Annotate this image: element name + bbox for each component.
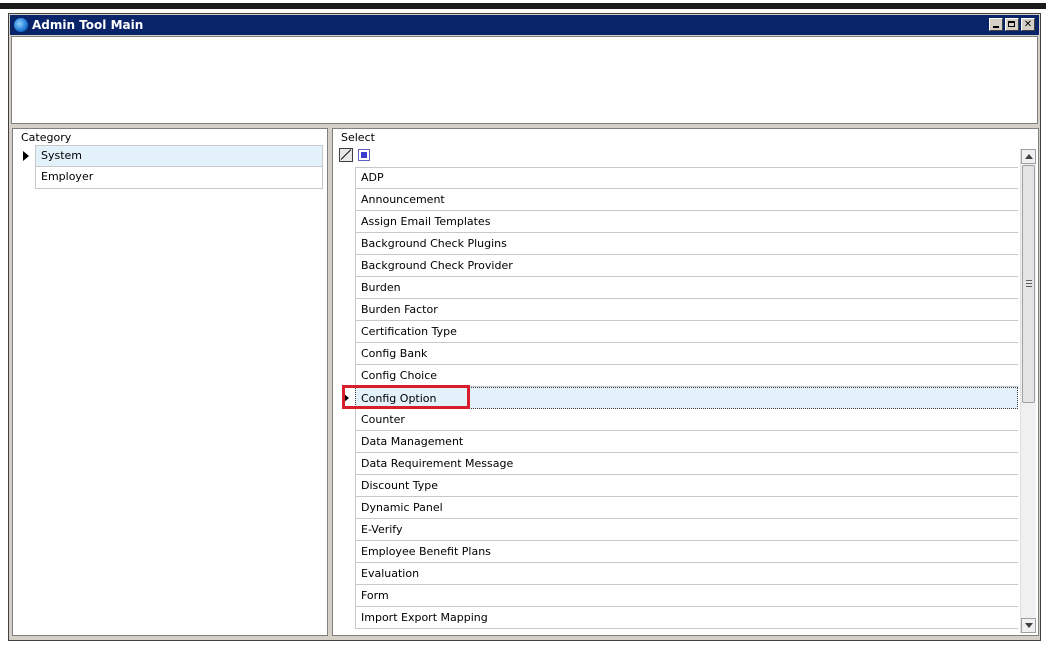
row-indicator	[337, 607, 355, 629]
maximize-icon	[1008, 21, 1015, 27]
category-list: System Employer	[17, 145, 323, 189]
close-icon: ✕	[1023, 19, 1033, 30]
resize-columns-icon[interactable]	[339, 148, 353, 162]
list-item[interactable]: Dynamic Panel	[337, 497, 1018, 519]
select-label: Select	[341, 131, 375, 144]
list-item-label[interactable]: E-Verify	[355, 519, 1018, 541]
list-item-label[interactable]: Data Requirement Message	[355, 453, 1018, 475]
list-item[interactable]: Import Export Mapping	[337, 607, 1018, 629]
row-indicator	[337, 167, 355, 189]
row-indicator	[337, 365, 355, 387]
list-item-label[interactable]: Import Export Mapping	[355, 607, 1018, 629]
list-item-label[interactable]: Background Check Provider	[355, 255, 1018, 277]
list-item[interactable]: Evaluation	[337, 563, 1018, 585]
row-indicator	[337, 255, 355, 277]
vertical-scrollbar[interactable]	[1020, 149, 1036, 633]
grid-header	[337, 145, 1017, 167]
category-panel: Category System Employer	[12, 128, 328, 636]
title-bar[interactable]: Admin Tool Main ✕	[10, 15, 1039, 35]
row-indicator	[337, 497, 355, 519]
list-item-label[interactable]: Config Bank	[355, 343, 1018, 365]
list-item[interactable]: Burden Factor	[337, 299, 1018, 321]
chevron-up-icon	[1025, 154, 1033, 159]
row-indicator	[337, 431, 355, 453]
list-item[interactable]: Background Check Plugins	[337, 233, 1018, 255]
app-logo-icon	[14, 18, 28, 32]
category-label: Category	[21, 131, 72, 144]
select-panel: Select ADP Announcement Assign Email Templ…	[332, 128, 1039, 636]
top-strip	[0, 0, 1046, 10]
current-row-arrow-icon	[23, 151, 29, 161]
list-item[interactable]: Background Check Provider	[337, 255, 1018, 277]
list-item[interactable]: Config Option	[337, 385, 1018, 409]
category-item-label[interactable]: System	[35, 145, 323, 167]
list-item-label[interactable]: Counter	[355, 409, 1018, 431]
list-item-label[interactable]: Background Check Plugins	[355, 233, 1018, 255]
list-item-label[interactable]: Data Management	[355, 431, 1018, 453]
close-button[interactable]: ✕	[1021, 18, 1035, 31]
list-item[interactable]: Burden	[337, 277, 1018, 299]
category-item-label[interactable]: Employer	[35, 167, 323, 189]
list-item-label[interactable]: Employee Benefit Plans	[355, 541, 1018, 563]
select-list: ADP Announcement Assign Email Templates Bac…	[337, 167, 1018, 629]
maximize-button[interactable]	[1005, 18, 1019, 31]
list-item-label[interactable]: Burden Factor	[355, 299, 1018, 321]
list-item-label[interactable]: Certification Type	[355, 321, 1018, 343]
window-title: Admin Tool Main	[32, 18, 144, 32]
list-item[interactable]: Form	[337, 585, 1018, 607]
category-item-employer[interactable]: Employer	[17, 167, 323, 189]
list-item[interactable]: ADP	[337, 167, 1018, 189]
list-item-label[interactable]: Announcement	[355, 189, 1018, 211]
row-indicator	[337, 189, 355, 211]
list-item-label[interactable]: Form	[355, 585, 1018, 607]
list-item-label[interactable]: Dynamic Panel	[355, 497, 1018, 519]
row-indicator	[337, 299, 355, 321]
row-indicator	[337, 233, 355, 255]
list-item-label[interactable]: Evaluation	[355, 563, 1018, 585]
list-item[interactable]: Counter	[337, 409, 1018, 431]
row-indicator	[337, 343, 355, 365]
list-item-label[interactable]: Discount Type	[355, 475, 1018, 497]
list-item[interactable]: Data Requirement Message	[337, 453, 1018, 475]
category-item-system[interactable]: System	[17, 145, 323, 167]
list-item[interactable]: Announcement	[337, 189, 1018, 211]
row-indicator	[337, 541, 355, 563]
row-indicator	[337, 475, 355, 497]
row-indicator	[337, 519, 355, 541]
row-indicator	[337, 585, 355, 607]
row-indicator	[17, 145, 35, 167]
list-item[interactable]: Certification Type	[337, 321, 1018, 343]
list-item-label[interactable]: Config Option	[355, 387, 1018, 409]
list-item-label[interactable]: Config Choice	[355, 365, 1018, 387]
row-indicator	[337, 321, 355, 343]
top-panel	[11, 36, 1038, 124]
scroll-down-button[interactable]	[1021, 618, 1036, 633]
minimize-icon	[993, 26, 999, 28]
scroll-up-button[interactable]	[1021, 149, 1036, 164]
row-indicator	[337, 453, 355, 475]
list-item[interactable]: Employee Benefit Plans	[337, 541, 1018, 563]
list-item-label[interactable]: ADP	[355, 167, 1018, 189]
select-all-icon[interactable]	[358, 149, 370, 161]
row-indicator	[337, 277, 355, 299]
list-item[interactable]: Discount Type	[337, 475, 1018, 497]
list-item-label[interactable]: Assign Email Templates	[355, 211, 1018, 233]
current-row-arrow-icon	[343, 393, 349, 403]
list-item[interactable]: Config Bank	[337, 343, 1018, 365]
chevron-down-icon	[1025, 623, 1033, 628]
list-item[interactable]: Data Management	[337, 431, 1018, 453]
scroll-thumb[interactable]	[1022, 165, 1035, 403]
minimize-button[interactable]	[989, 18, 1003, 31]
list-item[interactable]: Assign Email Templates	[337, 211, 1018, 233]
row-indicator	[17, 167, 35, 189]
row-indicator	[337, 387, 355, 409]
list-item[interactable]: Config Choice	[337, 365, 1018, 387]
list-item[interactable]: E-Verify	[337, 519, 1018, 541]
row-indicator	[337, 211, 355, 233]
row-indicator	[337, 563, 355, 585]
admin-tool-window: Admin Tool Main ✕ Category System Employ…	[8, 13, 1041, 641]
row-indicator	[337, 409, 355, 431]
list-item-label[interactable]: Burden	[355, 277, 1018, 299]
